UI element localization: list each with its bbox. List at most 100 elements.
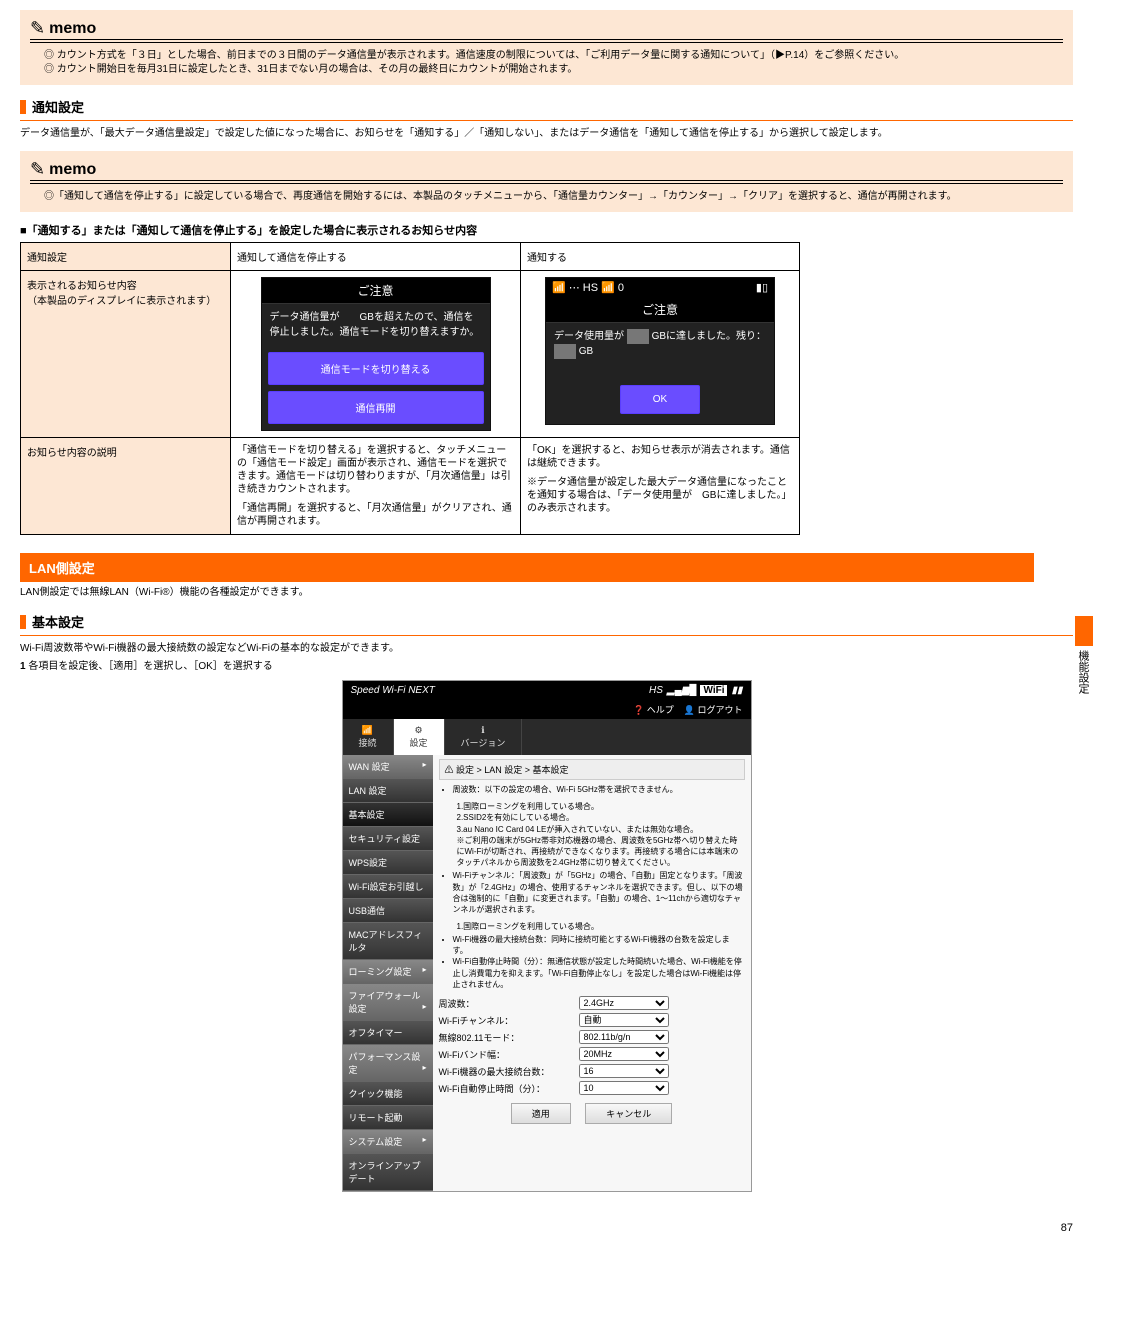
basic-line2-text: 各項目を設定後、［適用］を選択し、［OK］を選択する [28,661,272,672]
tab-settings-label: 設定 [410,736,428,749]
gear-icon: ⚙ [410,725,428,736]
pencil-icon: ✎ [30,159,45,180]
pencil-icon: ✎ [30,18,45,39]
basic-title: 基本設定 [32,612,84,631]
router-screenshot: Speed Wi-Fi NEXT HS ▂▄▆█ WiFi ▮▮ ❓ ヘルプ 👤… [342,680,752,1192]
lbl-ch: Wi-Fiチャンネル： [439,1014,579,1027]
help-list3: Wi-Fi機器の最大接続台数：同時に接続可能とするWi-Fi機器の台数を設定しま… [439,934,745,990]
info-icon: ℹ [461,725,506,736]
switch-mode-button[interactable]: 通信モードを切り替える [268,352,484,385]
sidebar-item-firewall[interactable]: ファイアウォール設定 [343,984,433,1021]
select-channel[interactable]: 自動 [579,1013,669,1027]
sidebar-item-usb[interactable]: USB通信 [343,899,433,923]
section-bar-icon [20,100,26,114]
sidebar-item-quick[interactable]: クイック機能 [343,1082,433,1106]
help-list: 周波数：以下の設定の場合、Wi-Fi 5GHz帯を選択できません。 [439,784,745,795]
select-maxconn[interactable]: 16 [579,1064,669,1078]
sidebar-item-basic[interactable]: 基本設定 [343,803,433,827]
memo2-line0: ◎「通知して通信を停止する」に設定している場合で、再度通信を開始するには、本製品… [44,190,1063,204]
row1-head-l2: （本製品のディスプレイに表示されます） [27,292,224,307]
select-autostop[interactable]: 10 [579,1081,669,1095]
tab-version-label: バージョン [461,736,506,749]
select-mode[interactable]: 802.11b/g/n [579,1030,669,1044]
memo1-line0: ◎ カウント方式を「３日」とした場合、前日までの３日間のデータ通信量が表示されま… [44,49,1063,63]
tab-version[interactable]: ℹ バージョン [445,719,523,755]
help-list2: Wi-Fiチャンネル：「周波数」が「5GHz」の場合、「自動」固定となります。「… [439,870,745,915]
apply-button[interactable]: 適用 [511,1103,571,1124]
sidebar-item-lan[interactable]: LAN 設定 [343,779,433,803]
status-icons: 📶 ⋯ HS 📶 0 [552,281,624,294]
row2-stop-1: 「通信モードを切り替える」を選択すると、タッチメニューの「通信モード設定」画面が… [237,444,514,496]
side-tab-text: 機能設定 [1075,646,1091,694]
phone-body2-c: GB [579,346,593,357]
sidebar-item-mac[interactable]: MACアドレスフィルタ [343,923,433,960]
row2-stop: 「通信モードを切り替える」を選択すると、タッチメニューの「通信モード設定」画面が… [231,438,521,535]
sidebar: WAN 設定 LAN 設定 基本設定 セキュリティ設定 WPS設定 Wi-Fi設… [343,755,433,1191]
section-bar-icon [20,615,26,629]
help-li-0: 周波数：以下の設定の場合、Wi-Fi 5GHz帯を選択できません。 [453,784,745,795]
select-freq[interactable]: 2.4GHz [579,996,669,1010]
sidebar-item-roaming[interactable]: ローミング設定 [343,960,433,984]
select-bandwidth[interactable]: 20MHz [579,1047,669,1061]
sidebar-item-wan[interactable]: WAN 設定 [343,755,433,779]
th-notify: 通知する [521,243,800,271]
lbl-mode: 無線802.11モード： [439,1031,579,1044]
memo-block-2: ✎ memo ◎「通知して通信を停止する」に設定している場合で、再度通信を開始す… [20,151,1073,212]
cell-phone-notify: 📶 ⋯ HS 📶 0 ▮▯ ご注意 データ使用量が GBに達しました。残り： G… [521,271,800,438]
sidebar-item-offtimer[interactable]: オフタイマー [343,1021,433,1045]
memo-block-1: ✎ memo ◎ カウント方式を「３日」とした場合、前日までの３日間のデータ通信… [20,10,1073,85]
memo-label: memo [49,20,96,38]
lan-heading: LAN側設定 [20,553,1034,582]
row2-head: お知らせ内容の説明 [21,438,231,535]
help-li-1: 1.国際ローミングを利用している場合。 [457,801,745,812]
section-desc: データ通信量が、「最大データ通信量設定」で設定した値になった場合に、お知らせを「… [20,127,1073,141]
basic-line1: Wi-Fi周波数帯やWi-Fi機器の最大接続数の設定などWi-Fiの基本的な設定… [20,642,1073,656]
cell-phone-stop: ご注意 データ通信量が GBを超えたので、通信を停止しました。通信モードを切り替… [231,271,521,438]
sidebar-item-performance[interactable]: パフォーマンス設定 [343,1045,433,1082]
basic-line2: 1 各項目を設定後、［適用］を選択し、［OK］を選択する [20,660,1073,674]
phone-body: データ通信量が GBを超えたので、通信を停止しました。通信モードを切り替えますか… [262,304,490,346]
sidebar-item-share[interactable]: Wi-Fi設定お引越し [343,875,433,899]
help-li-4: ※ご利用の端末が5GHz帯非対応機器の場合、周波数を5GHz帯へ切り替えた時にW… [457,835,745,869]
phone-body2-a: データ使用量が [554,331,624,342]
lbl-band: Wi-Fiバンド幅： [439,1048,579,1061]
help-li-3: 3.au Nano IC Card 04 LEが挿入されていない、または無効な場… [457,824,745,835]
logout-link[interactable]: 👤 ログアウト [684,705,743,715]
memo-label: memo [49,161,96,179]
help-li-8: Wi-Fi自動停止時間（分）：無通信状態が設定した時間続いた場合、Wi-Fi機能… [453,956,745,990]
lbl-max: Wi-Fi機器の最大接続台数： [439,1065,579,1078]
help-li-7: Wi-Fi機器の最大接続台数：同時に接続可能とするWi-Fi機器の台数を設定しま… [453,934,745,956]
lan-desc: LAN側設定では無線LAN（Wi-Fi®）機能の各種設定ができます。 [20,586,1073,600]
phone-title: ご注意 [262,278,490,304]
ok-button[interactable]: OK [620,385,700,414]
battery-icon: ▮▯ [756,281,768,294]
logout-text: ログアウト [697,705,742,715]
phone-body2: データ使用量が GBに達しました。残り： GB [546,323,774,365]
cancel-button[interactable]: キャンセル [585,1103,672,1124]
row1-head-l1: 表示されるお知らせ内容 [27,277,224,292]
tab-settings[interactable]: ⚙ 設定 [394,719,445,755]
help-text: ヘルプ [647,705,674,715]
row1-head: 表示されるお知らせ内容 （本製品のディスプレイに表示されます） [21,271,231,438]
table-title: ■「通知する」または「通知して通信を停止する」を設定した場合に表示されるお知らせ… [20,222,1073,238]
sidebar-item-update[interactable]: オンラインアップデート [343,1154,433,1191]
memo1-line1: ◎ カウント開始日を毎月31日に設定したとき、31日までない月の場合は、その月の… [44,63,1063,77]
row2-notify: 「OK」を選択すると、お知らせ表示が消去されます。通信は継続できます。 ※データ… [521,438,800,535]
sidebar-item-system[interactable]: システム設定 [343,1130,433,1154]
tab-connect[interactable]: 📶 接続 [343,719,394,755]
router-brand: Speed Wi-Fi NEXT [351,685,435,696]
th-setting: 通知設定 [21,243,231,271]
phone-body2-b: GBに達しました。残り： [652,331,766,342]
sidebar-item-security[interactable]: セキュリティ設定 [343,827,433,851]
th-stop: 通知して通信を停止する [231,243,521,271]
breadcrumb: ⚠ 設定 > LAN 設定 > 基本設定 [439,759,745,780]
resume-button[interactable]: 通信再開 [268,391,484,424]
battery-icon: ▮▮ [731,685,742,696]
help-link[interactable]: ❓ ヘルプ [633,705,674,715]
page-number: 87 [0,1218,1123,1244]
sidebar-item-remote[interactable]: リモート起動 [343,1106,433,1130]
row2-stop-2: 「通信再開」を選択すると、「月次通信量」がクリアされ、通信が再開されます。 [237,502,514,528]
section-title: 通知設定 [32,97,84,116]
sidebar-item-wps[interactable]: WPS設定 [343,851,433,875]
row2-notify-1: 「OK」を選択すると、お知らせ表示が消去されます。通信は継続できます。 [527,444,793,470]
